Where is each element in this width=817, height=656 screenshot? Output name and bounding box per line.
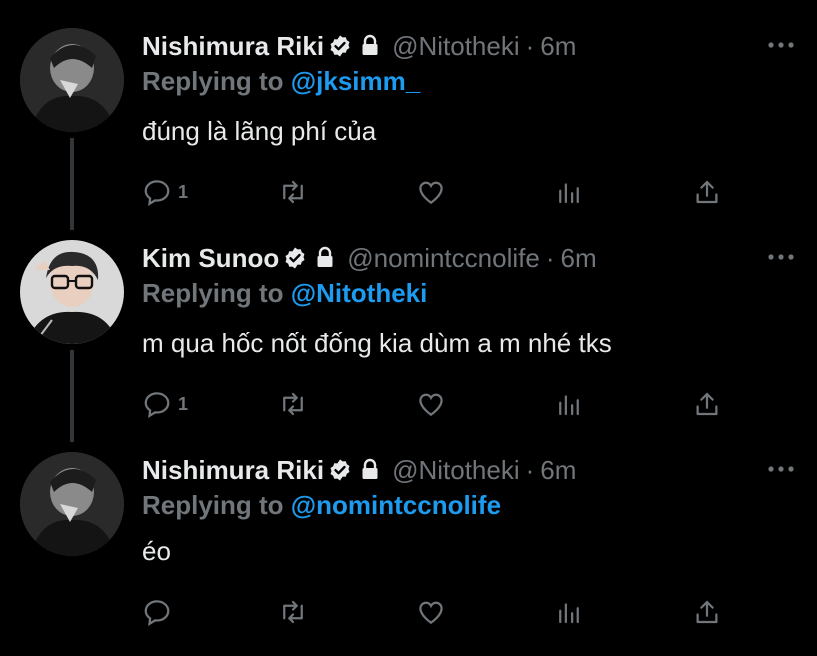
analytics-button[interactable] (554, 170, 584, 214)
share-button[interactable] (692, 382, 722, 426)
display-name[interactable]: Kim Sunoo (142, 243, 279, 274)
reply-count: 1 (178, 181, 189, 202)
timestamp[interactable]: 6m (540, 455, 576, 486)
tweet-header: Nishimura Riki @Nitotheki · 6m (142, 28, 576, 64)
like-icon (419, 601, 443, 624)
action-bar (142, 590, 732, 634)
avatar-photo (20, 452, 124, 556)
display-name[interactable]: Nishimura Riki (142, 31, 324, 62)
lock-icon (317, 246, 333, 267)
replying-to: Replying to @jksimm_ (142, 66, 420, 97)
like-button[interactable] (416, 590, 446, 634)
analytics-icon (559, 183, 579, 204)
share-icon (696, 180, 718, 204)
verified-badge-icon (330, 35, 350, 57)
like-button[interactable] (416, 382, 446, 426)
retweet-button[interactable] (278, 170, 308, 214)
retweet-icon (283, 180, 303, 204)
like-button[interactable] (416, 170, 446, 214)
tweet-3[interactable]: Nishimura Riki @Nitotheki · 6m Replying … (0, 452, 817, 642)
separator: · (525, 30, 535, 61)
lock-icon (362, 34, 378, 55)
display-name[interactable]: Nishimura Riki (142, 455, 324, 486)
mention-link[interactable]: @Nitotheki (291, 278, 428, 308)
reply-count: 1 (178, 393, 189, 414)
retweet-button[interactable] (278, 382, 308, 426)
reply-icon (144, 180, 170, 207)
replying-to: Replying to @Nitotheki (142, 278, 427, 309)
mention-link[interactable]: @nomintccnolife (291, 490, 501, 520)
share-icon (696, 392, 718, 416)
avatar[interactable] (20, 240, 124, 344)
reply-button[interactable]: 1 (142, 170, 188, 214)
analytics-icon (559, 603, 579, 624)
more-icon[interactable] (763, 30, 799, 60)
timestamp[interactable]: 6m (540, 31, 576, 62)
separator: · (525, 454, 535, 485)
analytics-button[interactable] (554, 590, 584, 634)
share-icon (696, 600, 718, 624)
replying-to-label: Replying to (142, 490, 291, 520)
verified-badge-icon (285, 247, 305, 269)
replying-to-label: Replying to (142, 278, 291, 308)
timestamp[interactable]: 6m (560, 243, 596, 274)
share-button[interactable] (692, 170, 722, 214)
mention-link[interactable]: @jksimm_ (291, 66, 420, 96)
replying-to-label: Replying to (142, 66, 291, 96)
tweet-header: Nishimura Riki @Nitotheki · 6m (142, 452, 576, 488)
handle[interactable]: @Nitotheki (392, 455, 520, 486)
reply-button[interactable]: 1 (142, 382, 188, 426)
verified-badge-icon (330, 459, 350, 481)
retweet-icon (283, 392, 303, 416)
reply-icon (144, 392, 170, 419)
analytics-button[interactable] (554, 382, 584, 426)
action-bar: 1 (142, 382, 732, 426)
action-bar: 1 (142, 170, 732, 214)
share-button[interactable] (692, 590, 722, 634)
handle[interactable]: @nomintccnolife (347, 243, 540, 274)
analytics-icon (559, 395, 579, 416)
reply-button[interactable] (142, 590, 178, 634)
handle[interactable]: @Nitotheki (392, 31, 520, 62)
like-icon (419, 181, 443, 204)
like-icon (419, 393, 443, 416)
retweet-button[interactable] (278, 590, 308, 634)
avatar-photo (20, 28, 124, 132)
reply-icon (144, 600, 170, 627)
separator: · (545, 242, 555, 273)
more-icon[interactable] (763, 242, 799, 272)
avatar[interactable] (20, 452, 124, 556)
replying-to: Replying to @nomintccnolife (142, 490, 501, 521)
avatar[interactable] (20, 28, 124, 132)
tweet-text: đúng là lãng phí của (142, 116, 377, 146)
tweet-1[interactable]: Nishimura Riki @Nitotheki · 6m Replying … (0, 28, 817, 218)
tweet-2[interactable]: Kim Sunoo @nomintccnolife · 6m Replying … (0, 240, 817, 430)
tweet-text: m qua hốc nốt đống kia dùm a m nhé tks (142, 328, 612, 358)
retweet-icon (283, 600, 303, 624)
lock-icon (362, 458, 378, 479)
tweet-header: Kim Sunoo @nomintccnolife · 6m (142, 240, 597, 276)
more-icon[interactable] (763, 454, 799, 484)
avatar-photo (20, 240, 124, 344)
tweet-text: éo (142, 536, 171, 566)
